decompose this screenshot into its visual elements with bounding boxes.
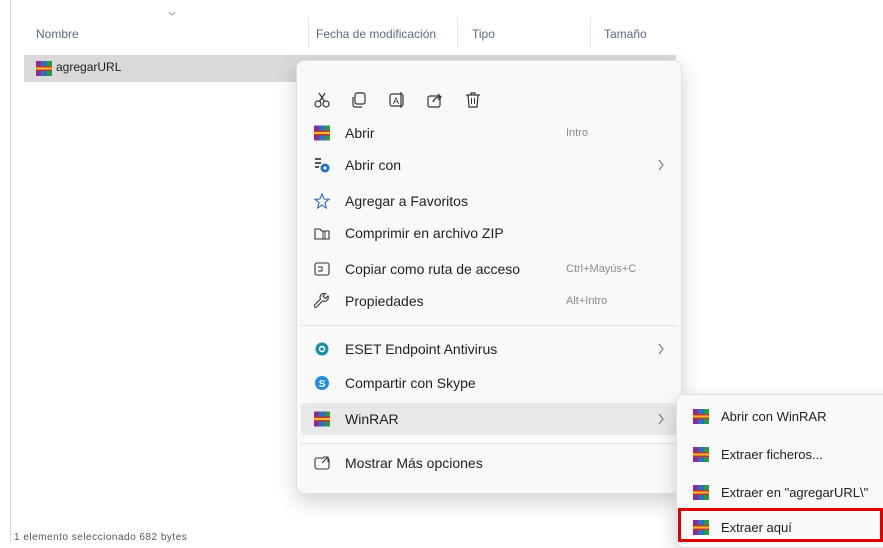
sort-chevron-icon[interactable] [168, 10, 176, 18]
menu-item-label: Compartir con Skype [345, 375, 476, 391]
menu-item-shortcut: Intro [566, 127, 589, 139]
menu-item-label: Agregar a Favoritos [345, 193, 468, 209]
context-menu: A Abrir Intro Abrir con Agregar a Favori… [296, 60, 682, 494]
menu-item-label: Abrir con [345, 157, 402, 173]
copy-path-icon [314, 262, 330, 276]
submenu-item-extraer-ficheros[interactable]: Extraer ficheros... [681, 437, 883, 471]
delete-icon[interactable] [462, 89, 484, 111]
menu-item-agregar-favoritos[interactable]: Agregar a Favoritos [301, 185, 677, 217]
submenu-item-label: Extraer en "agregarURL\" [721, 485, 869, 500]
menu-item-eset[interactable]: ESET Endpoint Antivirus [301, 333, 677, 365]
submenu-item-label: Extraer ficheros... [721, 447, 823, 462]
chevron-right-icon [658, 159, 664, 171]
eset-icon [315, 342, 329, 356]
menu-item-propiedades[interactable]: Propiedades Alt+Intro [301, 285, 677, 317]
menu-item-shortcut: Alt+Intro [566, 295, 608, 307]
zip-icon [314, 228, 330, 240]
more-options-icon [314, 456, 330, 470]
submenu-item-extraer-en-carpeta[interactable]: Extraer en "agregarURL\" [681, 475, 883, 509]
cut-icon[interactable] [311, 89, 333, 111]
status-bar-text: 1 elemento seleccionado 682 bytes [14, 532, 188, 543]
share-icon[interactable] [424, 89, 446, 111]
submenu-item-label: Abrir con WinRAR [721, 409, 827, 424]
open-with-icon [315, 158, 330, 173]
skype-icon: S [315, 376, 329, 390]
menu-item-shortcut: Ctrl+Mayús+C [566, 263, 637, 275]
column-header-size[interactable]: Tamaño [604, 22, 647, 46]
chevron-right-icon [658, 413, 664, 425]
menu-item-label: ESET Endpoint Antivirus [345, 341, 498, 357]
column-separator[interactable] [457, 18, 458, 48]
menu-item-skype[interactable]: S Compartir con Skype [301, 367, 677, 399]
menu-item-label: Propiedades [345, 293, 424, 309]
svg-text:A: A [393, 96, 399, 106]
column-header-name[interactable]: Nombre [36, 22, 79, 46]
chevron-right-icon [658, 343, 664, 355]
winrar-icon [314, 411, 330, 427]
copy-icon[interactable] [348, 89, 370, 111]
winrar-icon [693, 485, 709, 500]
menu-item-copiar-ruta[interactable]: Copiar como ruta de acceso Ctrl+Mayús+C [301, 253, 677, 285]
menu-item-mostrar-mas-opciones[interactable]: Mostrar Más opciones [301, 447, 677, 479]
winrar-icon [314, 125, 330, 141]
column-header-type[interactable]: Tipo [472, 22, 495, 46]
menu-separator [301, 443, 677, 444]
menu-item-abrir[interactable]: Abrir Intro [301, 117, 677, 149]
svg-text:S: S [319, 379, 326, 390]
winrar-archive-icon [36, 61, 52, 76]
winrar-icon [693, 447, 709, 462]
column-separator[interactable] [308, 18, 309, 48]
winrar-icon [693, 409, 709, 424]
highlight-box [678, 508, 883, 542]
menu-item-label: Comprimir en archivo ZIP [345, 225, 504, 241]
menu-item-label: WinRAR [345, 411, 399, 427]
rename-icon[interactable]: A [386, 89, 408, 111]
menu-item-label: Abrir [345, 125, 375, 141]
menu-item-abrir-con[interactable]: Abrir con [301, 149, 677, 181]
file-name[interactable]: agregarURL [56, 60, 121, 74]
star-icon [314, 193, 330, 209]
column-separator[interactable] [590, 18, 591, 48]
column-header-modified[interactable]: Fecha de modificación [316, 22, 436, 46]
menu-separator [301, 325, 677, 326]
menu-item-label: Copiar como ruta de acceso [345, 261, 521, 277]
menu-item-label: Mostrar Más opciones [345, 455, 483, 471]
menu-item-comprimir-zip[interactable]: Comprimir en archivo ZIP [301, 217, 677, 249]
submenu-item-abrir-con-winrar[interactable]: Abrir con WinRAR [681, 399, 883, 433]
wrench-icon [314, 293, 329, 308]
menu-item-winrar[interactable]: WinRAR [301, 403, 677, 435]
